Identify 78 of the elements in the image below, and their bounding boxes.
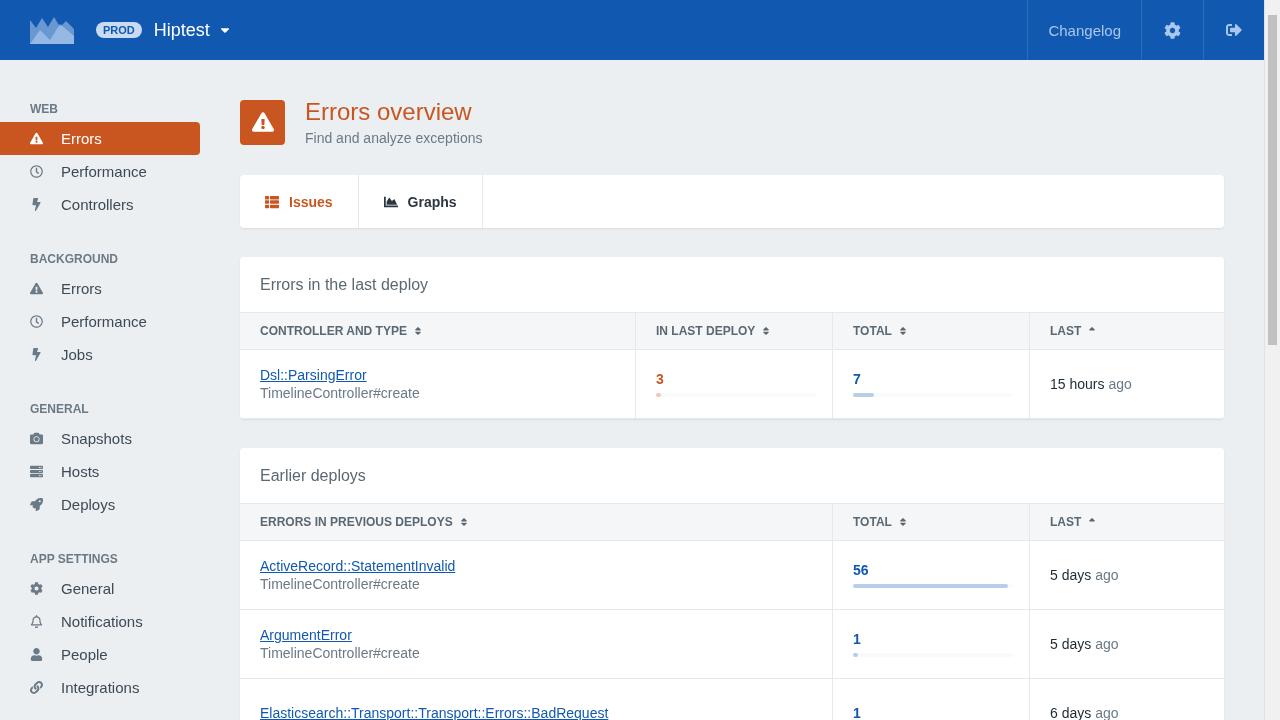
last-seen: 6 days xyxy=(1050,705,1092,720)
sidebar-section-title: BACKGROUND xyxy=(29,252,119,266)
warning-icon xyxy=(240,99,285,145)
column-header[interactable]: LAST xyxy=(1029,312,1224,350)
sidebar-item[interactable]: Notifications xyxy=(0,605,200,638)
last-seen-suffix: ago xyxy=(1095,567,1119,583)
controller-name: TimelineController#create xyxy=(260,645,421,661)
app-switcher[interactable]: Hiptest xyxy=(153,19,232,41)
sidebar-item-icon xyxy=(30,681,43,694)
last-seen-suffix: ago xyxy=(1108,376,1132,392)
sidebar-item-icon xyxy=(30,198,43,211)
count: 3 xyxy=(656,371,664,387)
last-seen: 5 days xyxy=(1050,567,1092,583)
sidebar-item[interactable]: Performance xyxy=(0,305,200,338)
sidebar-item[interactable]: People xyxy=(0,638,200,671)
panel-title: Earlier deploys xyxy=(259,465,367,486)
sidebar-section-title: APP SETTINGS xyxy=(29,552,119,566)
column-header[interactable]: TOTAL xyxy=(832,312,1029,350)
error-link[interactable]: Dsl::ParsingError xyxy=(260,367,615,383)
sidebar-item-icon xyxy=(30,132,43,145)
sidebar-item[interactable]: Snapshots xyxy=(0,422,200,455)
page-title: Errors overview xyxy=(305,98,473,126)
sort-icon[interactable] xyxy=(412,326,423,336)
sidebar-item[interactable]: Controllers xyxy=(0,188,200,221)
tab[interactable]: Graphs xyxy=(358,175,483,228)
controller-name: TimelineController#create xyxy=(260,576,421,592)
controller-name: TimelineController#create xyxy=(260,385,421,401)
sidebar-item[interactable]: General xyxy=(0,572,200,605)
sort-icon[interactable] xyxy=(761,326,772,336)
error-link[interactable]: ActiveRecord::StatementInvalid xyxy=(260,558,812,574)
sidebar-item[interactable]: Performance xyxy=(0,155,200,188)
count: 1 xyxy=(853,705,861,720)
settings-icon xyxy=(1164,21,1181,39)
logout-icon xyxy=(1226,22,1242,38)
sidebar-item[interactable]: Jobs xyxy=(0,338,200,371)
page-subtitle: Find and analyze exceptions xyxy=(305,130,483,146)
sidebar-item-icon xyxy=(30,282,43,295)
sidebar-item-icon xyxy=(30,615,43,628)
column-header[interactable]: CONTROLLER AND TYPE xyxy=(240,312,635,350)
last-seen: 15 hours xyxy=(1050,376,1105,392)
logo-icon xyxy=(30,16,74,44)
tab[interactable]: Issues xyxy=(240,175,359,228)
sidebar-item[interactable]: Errors xyxy=(0,272,200,305)
sidebar-item-icon xyxy=(30,498,43,511)
column-header[interactable]: IN LAST DEPLOY xyxy=(635,312,832,350)
column-header[interactable]: LAST xyxy=(1029,503,1224,541)
error-link[interactable]: ArgumentError xyxy=(260,627,812,643)
last-seen-suffix: ago xyxy=(1095,636,1119,652)
sidebar-item[interactable]: Deploys xyxy=(0,488,200,521)
column-header[interactable]: ERRORS IN PREVIOUS DEPLOYS xyxy=(240,503,832,541)
sort-icon[interactable] xyxy=(897,326,908,336)
count: 7 xyxy=(853,371,861,387)
changelog-link[interactable]: Changelog xyxy=(1027,0,1141,60)
area-chart-icon xyxy=(383,194,398,209)
sidebar-item-icon xyxy=(30,348,43,361)
sidebar-item-icon xyxy=(30,165,43,178)
sidebar-section-title: WEB xyxy=(29,102,59,116)
sidebar-item-icon xyxy=(30,432,43,445)
sidebar-item-icon xyxy=(30,648,43,661)
panel-title: Errors in the last deploy xyxy=(259,274,430,295)
column-header[interactable]: TOTAL xyxy=(832,503,1029,541)
count: 56 xyxy=(853,562,869,578)
last-seen: 5 days xyxy=(1050,636,1092,652)
sidebar-item[interactable]: Hosts xyxy=(0,455,200,488)
sidebar-item-icon xyxy=(30,582,43,595)
sidebar-item[interactable]: Integrations xyxy=(0,671,200,704)
sort-icon[interactable] xyxy=(458,517,469,527)
sidebar-item-icon xyxy=(30,315,43,328)
count: 1 xyxy=(853,631,861,647)
sidebar-item-icon xyxy=(30,465,43,478)
error-link[interactable]: Elasticsearch::Transport::Transport::Errors::BadRequest xyxy=(260,705,812,720)
list-icon xyxy=(265,194,279,209)
last-seen-suffix: ago xyxy=(1095,705,1119,720)
environment-badge: PROD xyxy=(96,22,142,38)
sidebar-section-title: GENERAL xyxy=(29,402,90,416)
sidebar-item[interactable]: Errors xyxy=(0,122,200,155)
sort-icon[interactable] xyxy=(897,517,908,527)
scrollbar[interactable] xyxy=(1264,0,1280,720)
